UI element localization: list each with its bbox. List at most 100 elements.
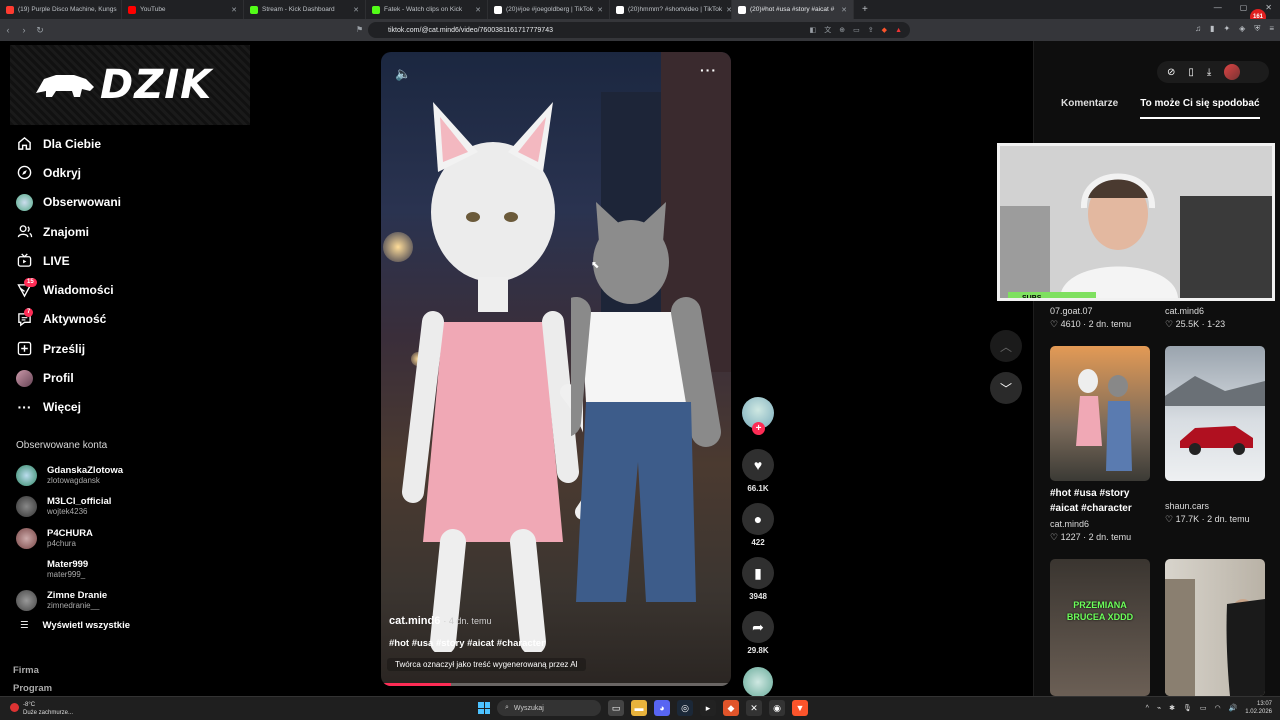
task-view-icon[interactable]: ▭ [608, 700, 624, 716]
music-disc-icon[interactable] [743, 667, 773, 697]
recommended-thumbnail[interactable] [1165, 346, 1265, 481]
sidebar-toggle-icon[interactable]: ▮ [1210, 24, 1214, 34]
back-icon[interactable]: ‹ [0, 25, 16, 35]
vpn-icon[interactable]: ⛨ [1254, 24, 1260, 34]
browser-tab-active[interactable]: (20)#hot #usa #story #aicat # ✕ [732, 0, 854, 19]
tab-close-icon[interactable]: ✕ [841, 6, 847, 14]
recommended-thumbnail[interactable] [1050, 346, 1150, 481]
volume-icon[interactable]: 🔊 [1229, 704, 1238, 712]
phone-icon[interactable]: ▯ [1188, 67, 1194, 78]
translate-icon[interactable]: 文 [824, 25, 831, 35]
followed-account[interactable]: Mater999 mater999_ [16, 554, 123, 585]
streaming-app-icon[interactable]: ◆ [723, 700, 739, 716]
weather-widget[interactable]: -8°C Duże zachmurze... [10, 701, 73, 717]
tray-chevron-icon[interactable]: ^ [1146, 705, 1149, 712]
wallet-icon[interactable]: ◈ [1239, 24, 1245, 34]
tab-close-icon[interactable]: ✕ [475, 6, 481, 14]
video-player[interactable]: 🔈 ··· cat.mind6 · 4 dn. temu #hot #usa #… [381, 52, 731, 686]
menu-icon[interactable]: ≡ [1269, 24, 1274, 34]
user-avatar[interactable] [1224, 64, 1241, 80]
browser-tab[interactable]: (20)hmmm? #shortvideo | TikTok ✕ [610, 0, 732, 19]
media-app-icon[interactable]: ✕ [746, 700, 762, 716]
share-icon[interactable]: ⇪ [868, 26, 874, 34]
sidebar-item-activity[interactable]: 7 Aktywność [16, 305, 121, 334]
tab-close-icon[interactable]: ✕ [353, 6, 359, 14]
followed-account[interactable]: GdanskaZlotowa zlotowagdansk [16, 460, 123, 491]
recommended-card-meta[interactable]: cat.mind6 ♡ 25.5K · 1-23 [1165, 306, 1225, 330]
mic-icon[interactable]: 🎙 [1183, 704, 1192, 712]
recommended-card-meta[interactable]: shaun.cars ♡ 17.7K · 2 dn. temu [1165, 501, 1250, 525]
brave-rewards-icon[interactable]: ▲ [895, 27, 902, 34]
sidebar-item-more[interactable]: ··· Więcej [16, 393, 121, 422]
zoom-icon[interactable]: ⊕ [839, 26, 845, 34]
discord-icon[interactable]: ◕ [654, 700, 670, 716]
followed-account[interactable]: P4CHURA p4chura [16, 523, 123, 554]
new-tab-button[interactable]: + [854, 4, 876, 15]
mute-icon[interactable]: 🔈 [395, 66, 411, 82]
close-window-icon[interactable]: ✕ [1265, 3, 1272, 12]
recommended-thumbnail[interactable] [1165, 559, 1265, 696]
brave-browser-icon[interactable]: ▼ [792, 700, 808, 716]
sidebar-item-messages[interactable]: 15 Wiadomości [16, 275, 121, 304]
display-icon[interactable]: ▭ [1200, 704, 1207, 712]
more-options-icon[interactable]: ··· [700, 62, 717, 78]
extensions-icon[interactable]: ✦ [1223, 24, 1230, 34]
save-button[interactable]: ▮ 3948 [742, 557, 774, 601]
footer-link-company[interactable]: Firma [13, 662, 52, 680]
taskbar-search[interactable]: ⌕ Wyszukaj [497, 700, 601, 716]
tab-close-icon[interactable]: ✕ [597, 6, 603, 14]
card-title[interactable]: #hot #usa #story #aicat #character [1050, 486, 1150, 516]
sidebar-item-profile[interactable]: Profil [16, 363, 121, 392]
browser-tab[interactable]: (19) Purple Disco Machine, Kungs✕ [0, 0, 122, 19]
followed-account[interactable]: M3LCI_official wojtek4236 [16, 491, 123, 522]
comment-button[interactable]: ● 422 [742, 503, 774, 547]
forward-icon[interactable]: › [16, 25, 32, 35]
wifi-icon[interactable]: ◠ [1214, 704, 1220, 712]
sidebar-item-friends[interactable]: Znajomi [16, 217, 121, 246]
bluetooth-icon[interactable]: ✱ [1169, 704, 1175, 712]
tab-you-may-like[interactable]: To może Ci się spodobać [1140, 98, 1260, 119]
sidebar-item-upload[interactable]: Prześlij [16, 334, 121, 363]
see-all-button[interactable]: ☰ Wyświetl wszystkie [20, 620, 130, 631]
network-icon[interactable]: ⌁ [1157, 704, 1161, 712]
like-button[interactable]: ♥ 66.1K [742, 449, 774, 493]
video-author[interactable]: cat.mind6 · 4 dn. temu [389, 615, 491, 627]
sidebar-item-explore[interactable]: Odkryj [16, 158, 121, 187]
music-icon[interactable]: ♫ [1195, 24, 1201, 34]
share-button[interactable]: ➦ 29.8K [742, 611, 774, 655]
maximize-icon[interactable]: ▢ [1240, 3, 1248, 12]
browser-tab[interactable]: YouTube ✕ [122, 0, 244, 19]
compass-icon[interactable]: ⊘ [1167, 67, 1175, 78]
sidebar-item-live[interactable]: LIVE [16, 246, 121, 275]
author-avatar[interactable]: + [742, 397, 774, 435]
sidebar-item-following[interactable]: Obserwowani [16, 188, 121, 217]
browser-tab[interactable]: Fatek - Watch clips on Kick ✕ [366, 0, 488, 19]
browser-tab[interactable]: Stream - Kick Dashboard ✕ [244, 0, 366, 19]
video-hashtags[interactable]: #hot #usa #story #aicat #character [389, 638, 545, 649]
terminal-icon[interactable]: ▸ [700, 700, 716, 716]
system-clock[interactable]: 13:07 1.02.2026 [1245, 700, 1272, 716]
followed-account[interactable]: Zimne Dranie zimnedranie__ [16, 585, 123, 616]
tab-comments[interactable]: Komentarze [1061, 98, 1118, 119]
windows-start-icon[interactable] [478, 702, 490, 714]
video-progress-bar[interactable] [381, 683, 731, 686]
steam-icon[interactable]: ◎ [677, 700, 693, 716]
logo[interactable]: DZIK [10, 45, 250, 125]
sidebar-item-for-you[interactable]: Dla Ciebie [16, 129, 121, 158]
follow-plus-icon[interactable]: + [752, 422, 765, 435]
reader-icon[interactable]: ◧ [810, 26, 817, 34]
tab-close-icon[interactable]: ✕ [231, 6, 237, 14]
file-explorer-icon[interactable]: ▬ [631, 700, 647, 716]
reload-icon[interactable]: ↻ [32, 25, 48, 36]
bookmark-icon[interactable]: ⚑ [356, 25, 363, 34]
download-icon[interactable]: ⤓ [1207, 67, 1211, 78]
install-icon[interactable]: ▭ [853, 26, 860, 34]
minimize-icon[interactable]: — [1214, 3, 1222, 12]
address-bar[interactable]: tiktok.com/@cat.mind6/video/760038116171… [368, 22, 910, 38]
recommended-thumbnail[interactable]: PRZEMIANA BRUCEA XDDD [1050, 559, 1150, 696]
brave-shield-icon[interactable]: ◆ [882, 26, 887, 34]
next-video-button[interactable]: ﹀ [990, 372, 1022, 404]
browser-tab[interactable]: (20)#joe #joegoldberg | TikTok ✕ [488, 0, 610, 19]
recommended-card-meta[interactable]: cat.mind6 ♡ 1227 · 2 dn. temu [1050, 519, 1131, 543]
previous-video-button[interactable]: ︿ [990, 330, 1022, 362]
